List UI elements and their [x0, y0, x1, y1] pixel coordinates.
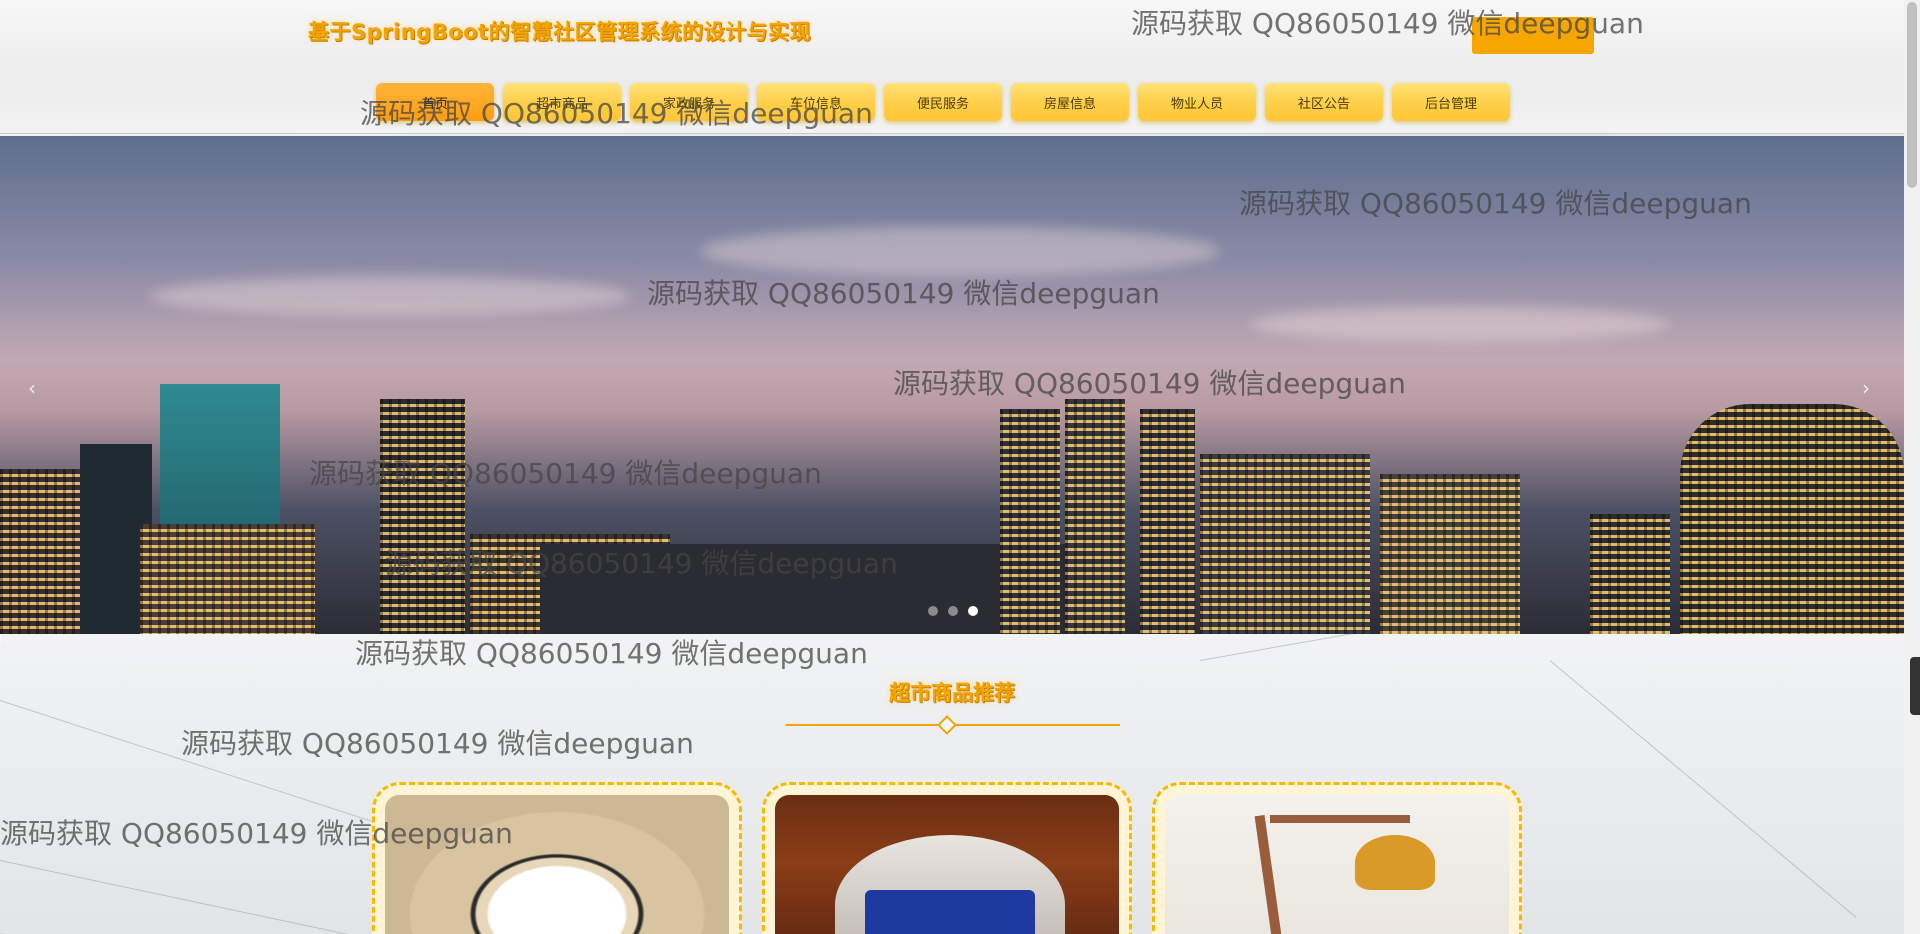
product-image [1165, 795, 1509, 934]
nav-item-convenience[interactable]: 便民服务 [884, 83, 1002, 121]
building [1200, 454, 1370, 634]
carousel-dot[interactable] [948, 606, 958, 616]
product-label [865, 890, 1035, 934]
nav-item-parking[interactable]: 车位信息 [757, 83, 875, 121]
building [1065, 399, 1125, 634]
carousel-indicators [928, 606, 978, 616]
lamp-shade [1355, 835, 1435, 890]
product-image [385, 795, 729, 934]
nav-item-supermarket[interactable]: 超市商品 [503, 83, 621, 121]
nav-item-staff[interactable]: 物业人员 [1138, 83, 1256, 121]
lamp-arm [1270, 815, 1410, 823]
product-card[interactable] [1152, 782, 1522, 934]
carousel-next-icon[interactable]: › [1862, 376, 1870, 400]
nav-item-housing[interactable]: 房屋信息 [1011, 83, 1129, 121]
building [140, 524, 315, 634]
building [1140, 409, 1195, 634]
building [1000, 409, 1060, 634]
nav-item-announcements[interactable]: 社区公告 [1265, 83, 1383, 121]
lamp-arm [1254, 815, 1286, 934]
nav-item-admin[interactable]: 后台管理 [1392, 83, 1510, 121]
cloud [700, 226, 1220, 276]
product-card[interactable] [372, 782, 742, 934]
section-title: 超市商品推荐 [889, 681, 1015, 705]
side-panel-handle[interactable] [1910, 657, 1920, 715]
carousel-dot-active[interactable] [968, 606, 978, 616]
carousel-prev-icon[interactable]: ‹ [28, 376, 36, 400]
main-nav: 首页 超市商品 家政服务 车位信息 便民服务 房屋信息 物业人员 社区公告 后台… [376, 83, 1510, 121]
building [380, 399, 465, 634]
site-header: 基于SpringBoot的智慧社区管理系统的设计与实现 首页 超市商品 家政服务… [0, 0, 1904, 134]
hero-carousel[interactable]: ‹ › [0, 136, 1904, 634]
carousel-dot[interactable] [928, 606, 938, 616]
login-button[interactable] [1472, 17, 1594, 54]
building [1380, 474, 1520, 634]
product-list [372, 782, 1522, 934]
product-card[interactable] [762, 782, 1132, 934]
cloud [1250, 306, 1670, 342]
nav-item-housekeeping[interactable]: 家政服务 [630, 83, 748, 121]
page-scrollbar[interactable] [1904, 0, 1920, 934]
product-image [775, 795, 1119, 934]
building [1590, 514, 1670, 634]
building [1680, 404, 1904, 634]
site-title: 基于SpringBoot的智慧社区管理系统的设计与实现 [308, 20, 812, 44]
nav-item-home[interactable]: 首页 [376, 83, 494, 121]
cloud [150, 276, 630, 316]
scrollbar-thumb[interactable] [1907, 2, 1917, 188]
